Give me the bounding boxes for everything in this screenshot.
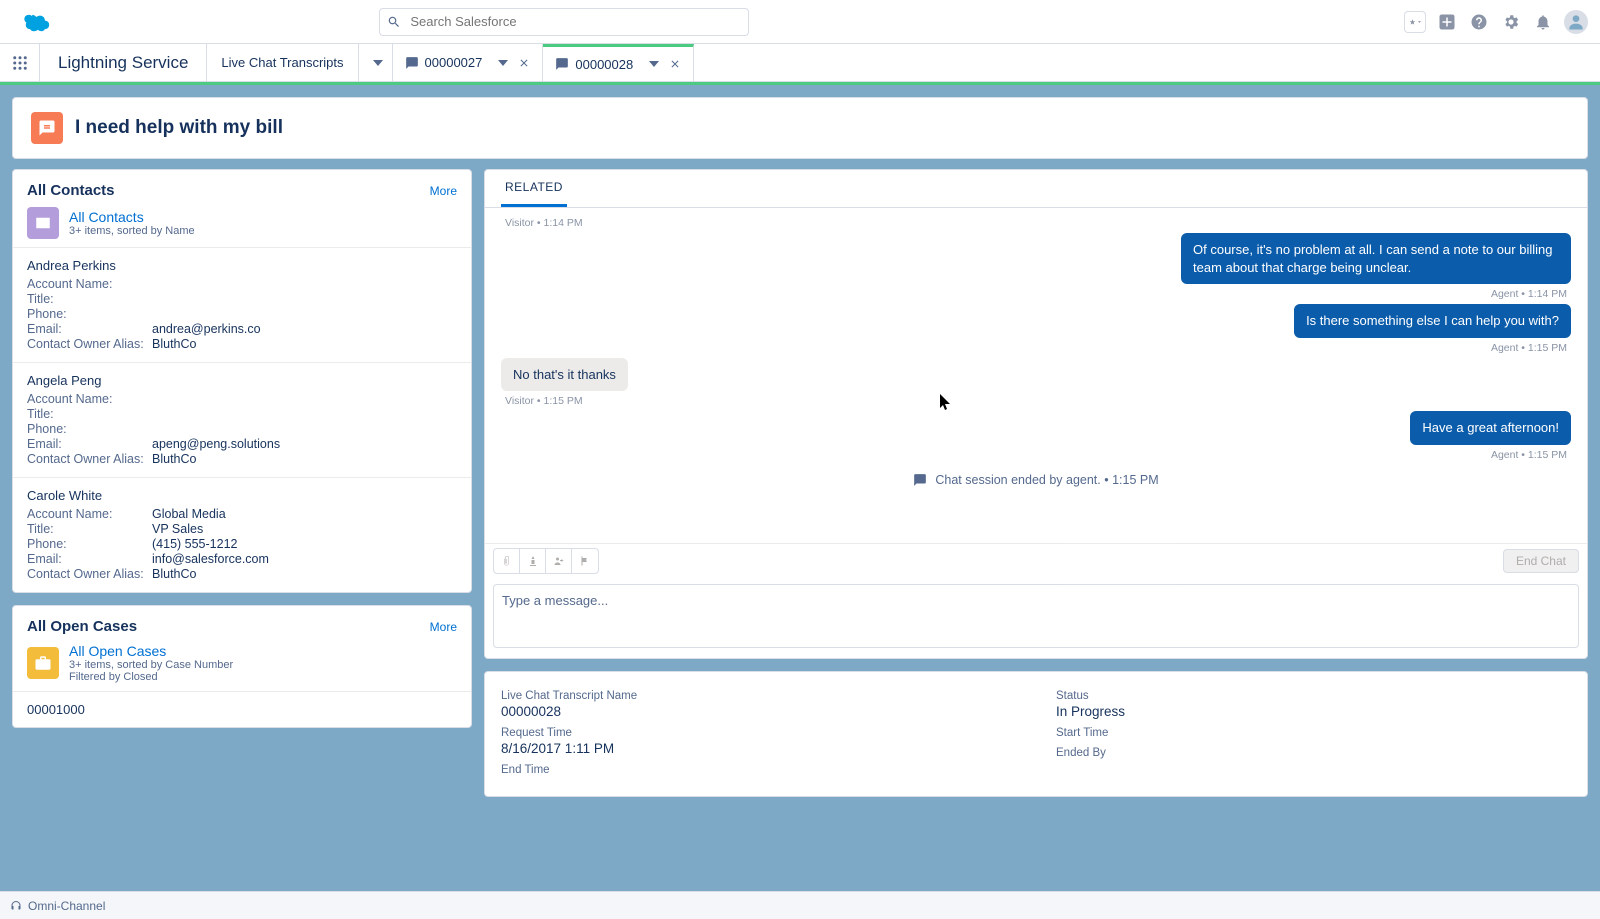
contact-name: Carole White <box>27 488 457 503</box>
salesforce-logo <box>18 10 52 34</box>
card-title: All Contacts <box>27 182 115 199</box>
flag-icon[interactable] <box>572 549 598 573</box>
search-icon <box>387 15 401 29</box>
chat-meta: Agent • 1:15 PM <box>501 342 1567 354</box>
nav-dropdown[interactable] <box>359 44 393 81</box>
chat-ended-icon <box>913 473 927 487</box>
chat-meta: Visitor • 1:14 PM <box>505 217 1571 229</box>
chat-message: No that's it thanks <box>501 358 1571 392</box>
chat-message: Is there something else I can help you w… <box>501 304 1571 338</box>
tab-label: 00000027 <box>425 55 483 70</box>
related-chat-card: RELATED Visitor • 1:14 PM Of course, it'… <box>484 169 1588 659</box>
raise-hand-icon[interactable] <box>520 549 546 573</box>
chat-icon <box>555 57 569 71</box>
global-header <box>0 0 1600 44</box>
attach-icon[interactable] <box>494 549 520 573</box>
chevron-down-icon[interactable] <box>649 59 659 69</box>
case-row[interactable]: 00001000 <box>13 691 471 727</box>
omni-channel-icon <box>10 900 22 912</box>
contacts-sort-line: 3+ items, sorted by Name <box>69 225 195 237</box>
transfer-icon[interactable] <box>546 549 572 573</box>
user-avatar[interactable] <box>1564 10 1588 34</box>
detail-value: In Progress <box>1056 704 1571 719</box>
live-chat-icon <box>31 112 63 144</box>
page-title: I need help with my bill <box>75 117 283 139</box>
page-body: I need help with my bill All Contacts Mo… <box>0 85 1600 891</box>
contact-block[interactable]: Carole White Account Name:Global Media T… <box>13 477 471 592</box>
nav-label: Live Chat Transcripts <box>221 55 343 70</box>
utility-bar: Omni-Channel <box>0 891 1600 919</box>
favorites-button[interactable] <box>1404 11 1426 33</box>
detail-label: Start Time <box>1056 727 1571 739</box>
global-search <box>379 8 749 36</box>
detail-label: Ended By <box>1056 747 1571 759</box>
contact-block[interactable]: Andrea Perkins Account Name: Title: Phon… <box>13 247 471 362</box>
chat-transcript[interactable]: Visitor • 1:14 PM Of course, it's no pro… <box>485 208 1587 543</box>
end-chat-button[interactable]: End Chat <box>1503 549 1579 573</box>
session-end-line: Chat session ended by agent. • 1:15 PM <box>501 473 1571 487</box>
cases-sub-title[interactable]: All Open Cases <box>69 643 233 659</box>
chat-message: Of course, it's no problem at all. I can… <box>501 233 1571 284</box>
chat-meta: Visitor • 1:15 PM <box>505 395 1571 407</box>
detail-value: 00000028 <box>501 704 1016 719</box>
add-button[interactable] <box>1436 11 1458 33</box>
session-end-text: Chat session ended by agent. • 1:15 PM <box>935 473 1158 487</box>
tab-related[interactable]: RELATED <box>501 170 567 207</box>
notifications-bell-icon[interactable] <box>1532 11 1554 33</box>
chat-meta: Agent • 1:14 PM <box>501 288 1567 300</box>
setup-gear-icon[interactable] <box>1500 11 1522 33</box>
more-link[interactable]: More <box>430 184 457 198</box>
detail-label: End Time <box>501 764 1016 776</box>
app-launcher-icon[interactable] <box>0 44 40 81</box>
workspace-tab-00000028[interactable]: 00000028 <box>543 44 694 81</box>
app-tabbar: Lightning Service Live Chat Transcripts … <box>0 44 1600 82</box>
app-name: Lightning Service <box>40 44 207 81</box>
help-icon[interactable] <box>1468 11 1490 33</box>
detail-label: Status <box>1056 690 1571 702</box>
close-icon[interactable] <box>669 58 681 70</box>
contacts-sub-title[interactable]: All Contacts <box>69 209 195 225</box>
close-icon[interactable] <box>518 57 530 69</box>
utility-item-omni[interactable]: Omni-Channel <box>28 899 105 913</box>
all-open-cases-card: All Open Cases More All Open Cases 3+ it… <box>12 605 472 728</box>
more-link[interactable]: More <box>430 620 457 634</box>
workspace-tab-00000027[interactable]: 00000027 <box>393 44 544 81</box>
nav-live-chat-transcripts[interactable]: Live Chat Transcripts <box>207 44 358 81</box>
contact-block[interactable]: Angela Peng Account Name: Title: Phone: … <box>13 362 471 477</box>
chat-input[interactable]: Type a message... <box>493 584 1579 648</box>
detail-value: 8/16/2017 1:11 PM <box>501 741 1016 756</box>
chat-icon <box>405 56 419 70</box>
record-header: I need help with my bill <box>12 97 1588 159</box>
cases-sort-line1: 3+ items, sorted by Case Number <box>69 659 233 671</box>
contact-name: Angela Peng <box>27 373 457 388</box>
cases-icon <box>27 647 59 679</box>
chat-message: Have a great afternoon! <box>501 411 1571 445</box>
detail-label: Live Chat Transcript Name <box>501 690 1016 702</box>
chevron-down-icon[interactable] <box>498 58 508 68</box>
chat-meta: Agent • 1:15 PM <box>501 449 1567 461</box>
cases-sort-line2: Filtered by Closed <box>69 671 233 683</box>
transcript-details: Live Chat Transcript Name 00000028 Request… <box>484 671 1588 797</box>
search-input[interactable] <box>379 8 749 36</box>
card-title: All Open Cases <box>27 618 137 635</box>
detail-label: Request Time <box>501 727 1016 739</box>
tab-label: 00000028 <box>575 57 633 72</box>
contacts-icon <box>27 207 59 239</box>
header-actions <box>1404 10 1588 34</box>
contact-name: Andrea Perkins <box>27 258 457 273</box>
chat-toolbar: End Chat <box>485 543 1587 578</box>
all-contacts-card: All Contacts More All Contacts 3+ items,… <box>12 169 472 593</box>
